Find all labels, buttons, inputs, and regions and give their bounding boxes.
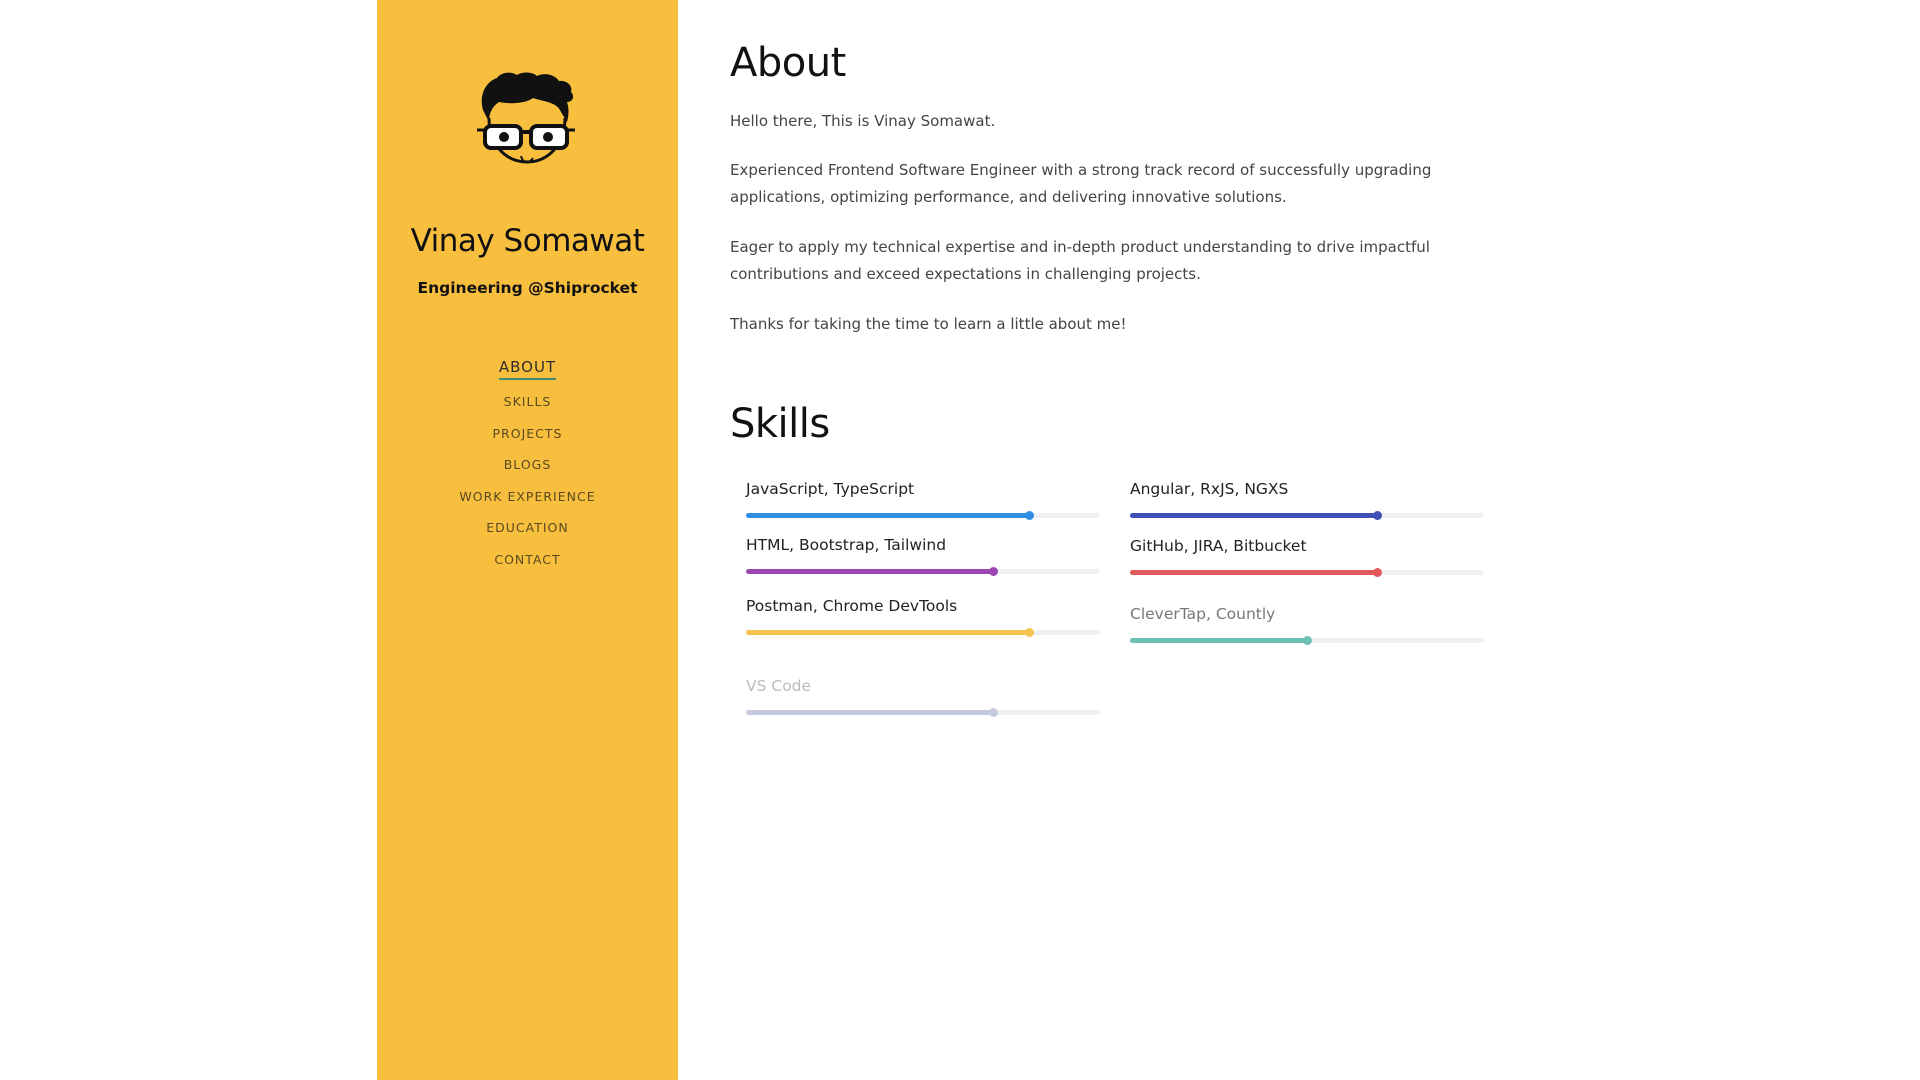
skill-knob bbox=[1024, 627, 1034, 637]
nav-item-about[interactable]: ABOUT bbox=[377, 356, 678, 391]
skill-fill bbox=[746, 513, 1030, 518]
skill-item: HTML, Bootstrap, Tailwind bbox=[746, 536, 1100, 576]
skill-knob bbox=[1302, 635, 1312, 645]
nav-item-skills[interactable]: SKILLS bbox=[377, 391, 678, 423]
profile-name: Vinay Somawat bbox=[410, 223, 645, 259]
skill-item: VS Code bbox=[746, 677, 1100, 717]
about-paragraph: Eager to apply my technical expertise an… bbox=[730, 238, 1430, 283]
skill-fill bbox=[746, 710, 994, 715]
about-paragraph: Thanks for taking the time to learn a li… bbox=[730, 315, 1127, 333]
skills-title: Skills bbox=[730, 401, 830, 447]
skill-item: GitHub, JIRA, Bitbucket bbox=[1130, 537, 1484, 577]
nav-item-education[interactable]: EDUCATION bbox=[377, 517, 678, 549]
skill-item: CleverTap, Countly bbox=[1130, 605, 1484, 645]
nav-item-contact[interactable]: CONTACT bbox=[377, 549, 678, 581]
skill-item: Angular, RxJS, NGXS bbox=[1130, 480, 1484, 520]
nav-item-blogs[interactable]: BLOGS bbox=[377, 454, 678, 486]
about-paragraph: Hello there, This is Vinay Somawat. bbox=[730, 112, 996, 130]
avatar bbox=[477, 72, 575, 164]
skill-bar bbox=[746, 510, 1100, 520]
skill-bar bbox=[746, 566, 1100, 576]
skill-fill bbox=[1130, 570, 1378, 575]
about-title: About bbox=[730, 40, 846, 86]
skill-label: HTML, Bootstrap, Tailwind bbox=[746, 536, 947, 554]
skill-label: Angular, RxJS, NGXS bbox=[1130, 480, 1289, 498]
skill-label: CleverTap, Countly bbox=[1130, 605, 1276, 623]
profile-role: Engineering @Shiprocket bbox=[417, 279, 638, 297]
skill-fill bbox=[746, 569, 994, 574]
nav-item-label: ABOUT bbox=[498, 358, 557, 380]
skill-bar bbox=[746, 707, 1100, 717]
skill-label: GitHub, JIRA, Bitbucket bbox=[1130, 537, 1307, 555]
skill-label: JavaScript, TypeScript bbox=[746, 480, 915, 498]
skill-fill bbox=[1130, 513, 1378, 518]
skill-knob bbox=[989, 707, 999, 717]
skill-item: Postman, Chrome DevTools bbox=[746, 597, 1100, 637]
skill-bar bbox=[1130, 510, 1484, 520]
nav-item-projects[interactable]: PROJECTS bbox=[377, 423, 678, 455]
nav-item-work-experience[interactable]: WORK EXPERIENCE bbox=[377, 486, 678, 518]
skill-knob bbox=[1024, 510, 1034, 520]
skill-item: JavaScript, TypeScript bbox=[746, 480, 1100, 520]
skill-bar bbox=[1130, 567, 1484, 577]
sidebar-nav: ABOUT SKILLS PROJECTS BLOGS WORK EXPERIE… bbox=[377, 356, 678, 580]
skill-label: Postman, Chrome DevTools bbox=[746, 597, 958, 615]
about-paragraph: Experienced Frontend Software Engineer w… bbox=[730, 161, 1432, 206]
skill-fill bbox=[746, 630, 1030, 635]
skill-label: VS Code bbox=[746, 677, 812, 695]
skill-fill bbox=[1130, 638, 1307, 643]
sidebar: Vinay Somawat Engineering @Shiprocket AB… bbox=[377, 0, 678, 1080]
skill-knob bbox=[1373, 510, 1383, 520]
skill-knob bbox=[1373, 567, 1383, 577]
skill-bar bbox=[1130, 635, 1484, 645]
skill-knob bbox=[989, 566, 999, 576]
skill-bar bbox=[746, 627, 1100, 637]
